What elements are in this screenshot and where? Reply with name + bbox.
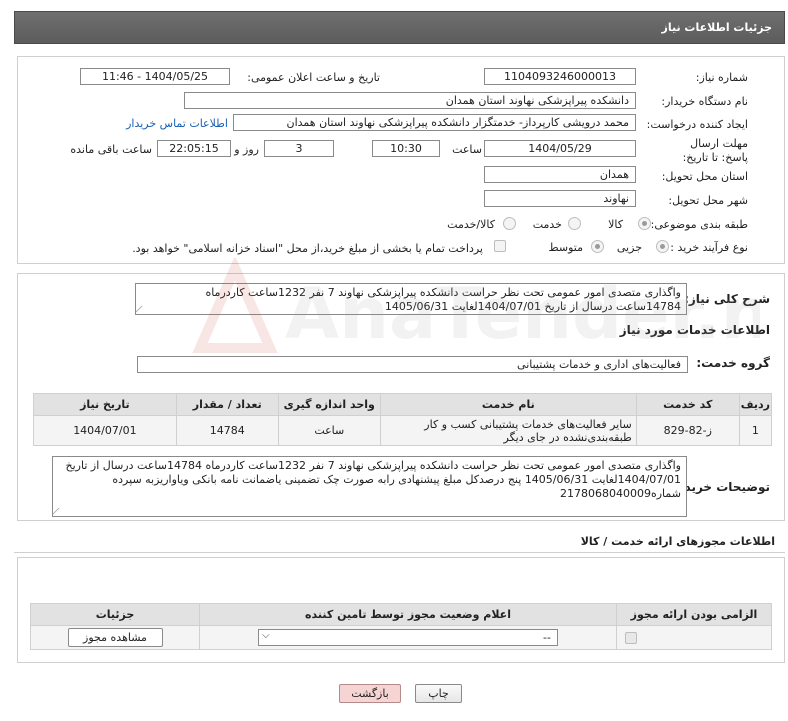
deadline-date-field[interactable]: 1404/05/29 [484,140,636,157]
buyer-notes-text: واگذاری متصدی امور عمومی تحت نظر حراست د… [65,459,682,500]
permit-status-select[interactable]: -- ⌵ [258,629,558,646]
resize-grip-icon[interactable] [53,508,66,515]
table-row: -- ⌵ مشاهده مجوز [30,625,772,650]
col-quantity: تعداد / مقدار [175,393,279,416]
summary-textarea[interactable]: واگذاری متصدی امور عمومی تحت نظر حراست د… [135,283,687,315]
permit-required-checkbox[interactable] [625,632,637,644]
category-radio-goods[interactable] [638,217,651,230]
deadline-label: مهلت ارسال پاسخ: تا تاریخ: [682,137,748,164]
col-service-name: نام خدمت [379,393,637,416]
col-service-code: کد خدمت [635,393,740,416]
buyer-contact-link[interactable]: اطلاعات تماس خریدار [126,117,228,130]
page-title: جزئیات اطلاعات نیاز [661,21,773,34]
deadline-time-field[interactable]: 10:30 [372,140,440,157]
announce-date-field[interactable]: 1404/05/25 - 11:46 [80,68,230,85]
services-section-title: اطلاعات خدمات مورد نیاز [619,323,770,337]
service-need-date: 1404/07/01 [33,415,177,446]
remaining-time-label: ساعت باقی مانده [70,143,152,156]
process-label: نوع فرآیند خرید : [670,241,748,254]
page-header: جزئیات اطلاعات نیاز [14,11,785,44]
services-table-header: ردیف کد خدمت نام خدمت واحد اندازه گیری ت… [33,393,773,416]
province-field[interactable]: همدان [484,166,636,183]
days-label: روز و [234,143,259,156]
remaining-days-field[interactable]: 3 [264,140,334,157]
announce-date-label: تاریخ و ساعت اعلان عمومی: [247,71,380,84]
services-table: ردیف کد خدمت نام خدمت واحد اندازه گیری ت… [33,393,773,446]
creator-field[interactable]: محمد درویشی کارپرداز- خدمتگزار دانشکده پ… [233,114,636,131]
service-unit: ساعت [277,415,381,446]
chevron-down-icon: ⌵ [262,630,270,641]
category-label: طبقه بندی موضوعی: [650,218,748,231]
permit-details-cell: مشاهده مجوز [30,625,200,650]
city-field[interactable]: نهاوند [484,190,636,207]
city-label: شهر محل تحویل: [668,194,748,207]
service-group-label: گروه خدمت: [696,356,770,370]
permit-required-cell [616,625,772,650]
col-unit: واحد اندازه گیری [277,393,381,416]
resize-grip-icon[interactable] [136,306,149,313]
col-permit-status: اعلام وضعیت مجوز توسط تامین کننده [199,603,617,626]
category-option-goods-service: کالا/خدمت [447,218,495,231]
permits-table-header: الزامی بودن ارائه مجوز اعلام وضعیت مجوز … [30,603,772,626]
remaining-time-field[interactable]: 22:05:15 [157,140,231,157]
creator-label: ایجاد کننده درخواست: [646,118,748,131]
col-permit-required: الزامی بودن ارائه مجوز [616,603,772,626]
row-number: 1 [738,415,773,446]
province-label: استان محل تحویل: [661,170,748,183]
service-code: ز-82-829 [635,415,740,446]
summary-text: واگذاری متصدی امور عمومی تحت نظر حراست د… [205,286,681,313]
print-button[interactable]: چاپ [415,684,462,703]
service-name: سایر فعالیت‌های خدمات پشتیبانی کسب و کار… [379,415,637,446]
service-quantity: 14784 [175,415,279,446]
category-option-service: خدمت [532,218,562,231]
col-need-date: تاریخ نیاز [33,393,177,416]
treasury-payment-note: پرداخت تمام یا بخشی از مبلغ خرید،از محل … [132,242,483,255]
deadline-time-label: ساعت [452,143,482,156]
view-permit-button[interactable]: مشاهده مجوز [67,628,163,647]
process-radio-medium[interactable] [591,240,604,253]
buyer-org-label: نام دستگاه خریدار: [661,95,748,108]
buyer-notes-textarea[interactable]: واگذاری متصدی امور عمومی تحت نظر حراست د… [52,456,687,517]
service-group-field[interactable]: فعالیت‌های اداری و خدمات پشتیبانی [137,356,688,373]
back-button[interactable]: بازگشت [339,684,401,703]
category-option-goods: کالا [608,218,623,231]
category-radio-service[interactable] [568,217,581,230]
treasury-payment-checkbox[interactable] [494,240,506,252]
need-number-label: شماره نیاز: [695,71,748,84]
buyer-org-field[interactable]: دانشکده پیراپزشکی نهاوند استان همدان [184,92,636,109]
permit-status-cell: -- ⌵ [199,625,617,650]
section-divider [14,552,785,553]
col-permit-details: جزئیات [30,603,200,626]
permit-status-value: -- [543,631,551,644]
table-row: 1 ز-82-829 سایر فعالیت‌های خدمات پشتیبان… [33,415,773,446]
process-option-medium: متوسط [548,241,583,254]
summary-label: شرح کلی نیاز: [684,292,770,306]
category-radio-goods-service[interactable] [503,217,516,230]
permits-table: الزامی بودن ارائه مجوز اعلام وضعیت مجوز … [30,603,772,650]
permits-section-title: اطلاعات مجوزهای ارائه خدمت / کالا [580,535,775,548]
col-row: ردیف [738,393,773,416]
need-number-field[interactable]: 1104093246000013 [484,68,636,85]
process-option-minor: جزیی [616,241,642,254]
process-radio-minor[interactable] [656,240,669,253]
